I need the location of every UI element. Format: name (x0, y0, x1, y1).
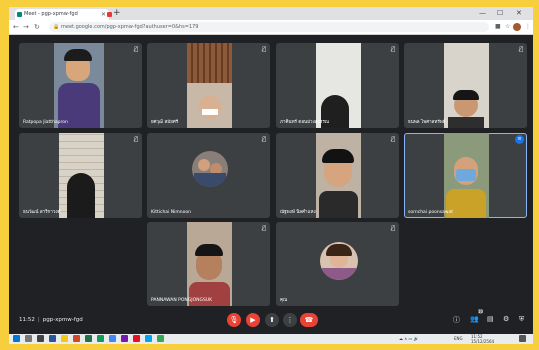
participant-tile[interactable]: 🎙̸ ณัฐพงษ์ นิลคำแหง (276, 133, 399, 218)
camera-permission-icon[interactable]: ■ (495, 21, 501, 33)
participant-tile[interactable]: 🎙̸ ธนพล ไพศาลทรัพย์ (404, 43, 527, 128)
participant-name: Ratpopa Jiatthapron (23, 120, 68, 125)
participant-name: sornchai poonsawat (408, 210, 454, 215)
mic-off-icon: 🎙̸ (519, 46, 523, 53)
participant-tile[interactable]: 🎙̸ ภาคินทร์ ดอนม่วงสุวรรณ (276, 43, 399, 128)
participant-tile[interactable]: 🎙̸ ยศวุฒิ สมัยศรี (147, 43, 270, 128)
browser-tab-meet[interactable]: Meet - pgp-xpmw-fgd ✕ (15, 9, 109, 20)
participant-video (316, 43, 361, 128)
back-icon[interactable]: ← (13, 21, 19, 33)
participant-name: คุณ (280, 298, 288, 303)
participant-tile[interactable]: 🎙̸ Kittichai Nimnoon (147, 133, 270, 218)
participant-video (444, 133, 489, 218)
end-call-button[interactable]: ☎ (300, 313, 318, 327)
chrome-icon[interactable] (109, 335, 116, 342)
present-button[interactable]: ⬆ (265, 313, 279, 327)
browser-menu-icon[interactable]: ⋮ (525, 21, 531, 33)
mic-off-icon: 🎙̸ (262, 46, 266, 53)
edge-icon[interactable] (145, 335, 152, 342)
participant-name: PANNAWAN PONGJONGSUK (151, 298, 213, 303)
taskbar-clock[interactable]: 11:52 15/12/2564 (471, 334, 494, 344)
participant-video (444, 43, 489, 128)
mic-toggle-button[interactable]: 🎙 (227, 313, 241, 327)
youtube-favicon-icon (107, 12, 112, 17)
address-bar: ← → ↻ 🔒 meet.google.com/pgp-xpmw-fgd?aut… (9, 20, 533, 35)
onenote-icon[interactable] (121, 335, 128, 342)
people-icon[interactable]: 👥 (470, 315, 479, 323)
mic-off-icon: 🎙̸ (134, 46, 138, 53)
profile-avatar[interactable] (513, 23, 521, 31)
minimize-icon[interactable]: — (479, 7, 486, 20)
excel-icon[interactable] (85, 335, 92, 342)
lock-icon: 🔒 (53, 24, 60, 30)
info-icon[interactable]: ⓘ (453, 315, 460, 325)
mic-off-icon: 🎙̸ (134, 136, 138, 143)
camera-toggle-button[interactable]: ▶ (246, 313, 260, 327)
meeting-info: 11:52 | pgp-xpmw-fgd (19, 317, 83, 323)
meeting-code: pgp-xpmw-fgd (42, 317, 83, 323)
mic-off-icon: 🎙̸ (391, 225, 395, 232)
maximize-icon[interactable]: ☐ (497, 7, 503, 20)
end-call-icon: ☎ (304, 316, 314, 324)
participant-tile[interactable]: 🎙̸ PANNAWAN PONGJONGSUK (147, 222, 270, 306)
meet-favicon-icon (17, 12, 22, 17)
participant-name: Kittichai Nimnoon (151, 210, 191, 215)
participant-tile-self[interactable]: 🎙̸ คุณ (276, 222, 399, 306)
participant-name: ภาคินทร์ ดอนม่วงสุวรรณ (280, 120, 330, 125)
self-avatar (320, 242, 358, 280)
mic-off-icon: 🎙̸ (391, 46, 395, 53)
mic-off-icon: 🎙̸ (262, 136, 266, 143)
bookmark-star-icon[interactable]: ☆ (505, 21, 510, 33)
more-vert-icon: ⋮ (286, 316, 294, 324)
search-icon[interactable] (25, 335, 32, 342)
participant-name: ธนวัฒน์ สาริกาวงศ์ (23, 210, 61, 215)
mic-off-icon: 🎙 (229, 316, 239, 324)
participant-avatar (192, 151, 228, 187)
participant-tile[interactable]: 🎙̸ Ratpopa Jiatthapron (19, 43, 142, 128)
participant-video (59, 133, 104, 218)
notifications-icon[interactable] (519, 335, 526, 342)
windows-taskbar: ☁ ∧ ▭ 🔊 ENG 11:52 15/12/2564 (9, 334, 533, 344)
activities-icon[interactable]: ⚙ (503, 315, 509, 323)
more-options-button[interactable]: ⋮ (283, 313, 297, 327)
start-icon[interactable] (13, 335, 20, 342)
participant-video (187, 43, 232, 128)
folder-icon[interactable] (61, 335, 68, 342)
forward-icon[interactable]: → (23, 21, 29, 33)
reload-icon[interactable]: ↻ (34, 21, 40, 33)
participant-video (54, 43, 104, 128)
window-close-icon[interactable]: ✕ (516, 7, 522, 20)
clock-date: 15/12/2564 (471, 339, 495, 344)
participant-tile-active-speaker[interactable]: ≡ sornchai poonsawat (404, 133, 527, 218)
participant-name: ยศวุฒิ สมัยศรี (151, 120, 179, 125)
browser-tab-title: Meet - pgp-xpmw-fgd (24, 11, 78, 17)
browser-tab-bar: Meet - pgp-xpmw-fgd ✕ + — ☐ ✕ (9, 7, 533, 20)
pdf-icon[interactable] (133, 335, 140, 342)
mic-off-icon: 🎙̸ (262, 225, 266, 232)
chat-icon[interactable]: ▤ (487, 315, 494, 323)
participant-name: ธนพล ไพศาลทรัพย์ (408, 120, 446, 125)
speaking-indicator-icon: ≡ (515, 135, 524, 144)
camera-off-icon: ▶ (250, 316, 256, 324)
powerpoint-icon[interactable] (73, 335, 80, 342)
system-tray-icons[interactable]: ☁ ∧ ▭ 🔊 (399, 334, 419, 344)
word-icon[interactable] (49, 335, 56, 342)
participant-count-badge: 10 (478, 309, 484, 314)
keyboard-language[interactable]: ENG (454, 334, 463, 344)
mic-off-icon: 🎙̸ (391, 136, 395, 143)
participant-video (187, 222, 232, 306)
screen: Meet - pgp-xpmw-fgd ✕ + — ☐ ✕ ← → ↻ 🔒 me… (9, 7, 533, 344)
participant-video (316, 133, 361, 218)
host-controls-icon[interactable]: ⛨ (519, 315, 524, 324)
task-view-icon[interactable] (37, 335, 44, 342)
meeting-time: 11:52 (19, 317, 35, 323)
participant-name: ณัฐพงษ์ นิลคำแหง (280, 210, 316, 215)
participant-tile[interactable]: 🎙̸ ธนวัฒน์ สาริกาวงศ์ (19, 133, 142, 218)
url-input[interactable]: 🔒 meet.google.com/pgp-xpmw-fgd?authuser=… (49, 22, 489, 32)
present-icon: ⬆ (269, 316, 275, 324)
new-tab-icon[interactable]: + (113, 8, 121, 19)
url-text: meet.google.com/pgp-xpmw-fgd?authuser=0&… (61, 24, 199, 30)
meet-app-icon[interactable] (157, 335, 164, 342)
app-icon[interactable] (97, 335, 104, 342)
